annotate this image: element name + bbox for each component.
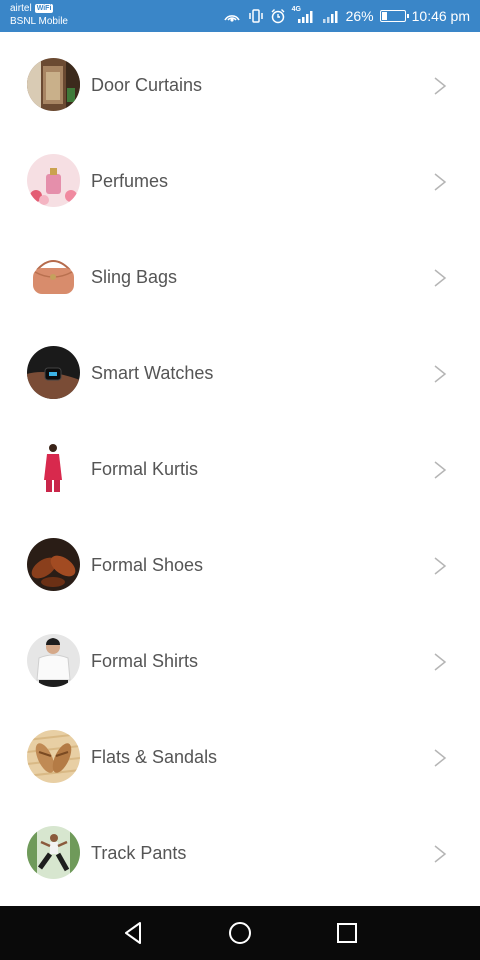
list-item-flats-sandals[interactable]: Flats & Sandals <box>0 708 480 804</box>
hotspot-icon <box>222 8 242 24</box>
home-icon[interactable] <box>226 919 254 952</box>
alarm-icon <box>270 8 286 24</box>
smart-watches-thumbnail <box>27 346 80 399</box>
carrier-1-name: airtel <box>10 3 32 14</box>
door-curtains-thumbnail <box>27 58 80 111</box>
chevron-right-icon <box>432 748 448 773</box>
formal-kurtis-thumbnail <box>27 442 80 495</box>
flats-sandals-thumbnail <box>27 730 80 783</box>
item-label: Door Curtains <box>91 75 203 95</box>
carrier-info: airtel WiFi BSNL Mobile <box>10 2 68 28</box>
vibrate-icon <box>248 8 264 24</box>
chevron-right-icon <box>432 76 448 101</box>
list-item-perfumes[interactable]: Perfumes <box>0 132 480 228</box>
item-label: Sling Bags <box>91 267 178 287</box>
list-item-smart-watches[interactable]: Smart Watches <box>0 324 480 420</box>
navigation-bar <box>0 906 480 960</box>
battery-level-fill <box>381 12 388 20</box>
item-label: Perfumes <box>91 171 169 191</box>
chevron-right-icon <box>432 364 448 389</box>
formal-shoes-thumbnail <box>27 538 80 591</box>
chevron-right-icon <box>432 556 448 581</box>
back-icon[interactable] <box>120 919 148 952</box>
signal-icon: 4G <box>291 6 316 24</box>
chevron-right-icon <box>432 172 448 197</box>
status-icons: 4G 26% 10:46 pm <box>222 0 470 32</box>
recents-icon[interactable] <box>333 919 361 952</box>
wifi-calling-badge: WiFi <box>34 4 54 13</box>
formal-shirts-thumbnail <box>27 634 80 687</box>
perfumes-thumbnail <box>27 154 80 207</box>
track-pants-thumbnail <box>27 826 80 879</box>
item-label: Formal Shoes <box>91 555 204 575</box>
status-bar: airtel WiFi BSNL Mobile 4G 26% 10:46 pm <box>0 0 480 32</box>
item-label: Smart Watches <box>91 363 214 383</box>
item-label: Flats & Sandals <box>91 747 218 767</box>
chevron-right-icon <box>432 652 448 677</box>
list-item-track-pants[interactable]: Track Pants <box>0 804 480 900</box>
list-item-formal-kurtis[interactable]: Formal Kurtis <box>0 420 480 516</box>
item-label: Track Pants <box>91 843 187 863</box>
sling-bags-thumbnail <box>27 250 80 303</box>
signal-icon-2 <box>322 8 340 24</box>
battery-percent: 26% <box>345 8 374 24</box>
list-item-formal-shirts[interactable]: Formal Shirts <box>0 612 480 708</box>
list-item-door-curtains[interactable]: Door Curtains <box>0 36 480 132</box>
item-label: Formal Kurtis <box>91 459 199 479</box>
item-label: Formal Shirts <box>91 651 199 671</box>
list-item-sling-bags[interactable]: Sling Bags <box>0 228 480 324</box>
battery-icon <box>379 10 409 22</box>
network-type-label: 4G <box>291 6 301 13</box>
chevron-right-icon <box>432 460 448 485</box>
chevron-right-icon <box>432 844 448 869</box>
clock: 10:46 pm <box>411 8 470 24</box>
list-item-formal-shoes[interactable]: Formal Shoes <box>0 516 480 612</box>
carrier-2-name: BSNL Mobile <box>10 16 68 27</box>
category-list: Door Curtains Perfumes Sling Bags Smart … <box>0 36 480 900</box>
chevron-right-icon <box>432 268 448 293</box>
